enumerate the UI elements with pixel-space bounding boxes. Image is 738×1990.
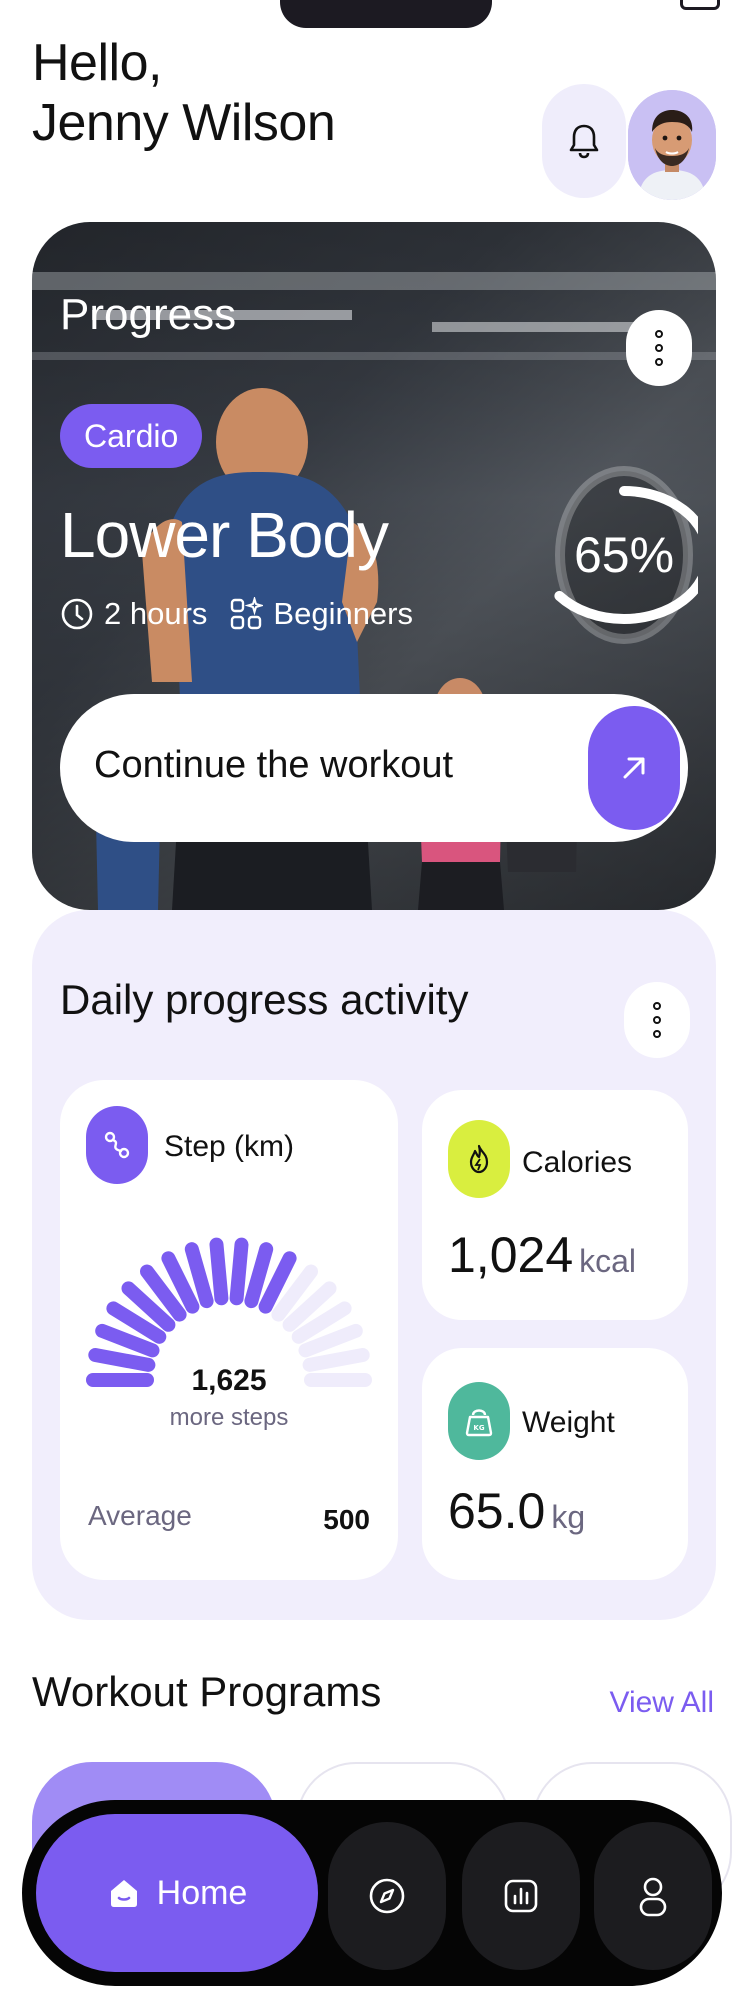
programs-title: Workout Programs	[32, 1668, 382, 1715]
progress-card: Progress Cardio Lower Body 2 hours Begin…	[32, 222, 716, 910]
dot	[655, 358, 663, 366]
average-value: 500	[323, 1504, 370, 1535]
steps-value: 1,625	[191, 1364, 267, 1397]
bell-icon	[569, 124, 599, 159]
level-text: Beginners	[273, 596, 413, 631]
calories-reading: 1,024 kcal	[448, 1226, 636, 1284]
greeting-hello: Hello,	[32, 34, 162, 92]
weight-reading: 65.0 kg	[448, 1482, 585, 1540]
progress-more-button[interactable]	[626, 310, 692, 386]
bottom-navigation: Home	[22, 1800, 722, 1986]
duration-info: 2 hours	[60, 596, 207, 632]
dot	[655, 330, 663, 338]
view-all-link[interactable]: View All	[609, 1686, 714, 1720]
device-notch	[280, 0, 492, 28]
weight-card[interactable]: KG Weight 65.0 kg	[422, 1348, 688, 1580]
continue-arrow-button[interactable]	[588, 706, 680, 830]
compass-icon	[369, 1878, 405, 1914]
notification-button[interactable]	[542, 84, 626, 198]
calories-unit: kcal	[579, 1243, 637, 1279]
bar-chart-icon	[504, 1879, 538, 1913]
gauge-bar	[209, 1237, 229, 1306]
weight-badge-text: KG	[473, 1424, 484, 1432]
nav-home[interactable]: Home	[36, 1814, 318, 1972]
progress-title: Progress	[60, 290, 237, 339]
level-info: Beginners	[229, 596, 413, 632]
continue-label: Continue the workout	[94, 744, 454, 786]
user-name: Jenny Wilson	[32, 93, 336, 152]
calories-label: Calories	[522, 1146, 633, 1179]
gauge-bar	[244, 1242, 274, 1309]
steps-icon-badge	[86, 1106, 148, 1184]
battery-icon	[680, 0, 720, 10]
avatar-illustration	[628, 90, 716, 200]
kettlebell-icon: KG	[465, 1409, 493, 1437]
calories-value: 1,024	[448, 1227, 574, 1283]
daily-more-button[interactable]	[624, 982, 690, 1058]
route-icon	[104, 1131, 130, 1159]
flame-icon	[469, 1144, 489, 1174]
nav-explore[interactable]	[328, 1822, 446, 1970]
user-avatar[interactable]	[628, 90, 716, 200]
greeting: Hello, Jenny Wilson	[32, 34, 336, 154]
steps-card[interactable]: Step (km) 1,625 more steps Average 500	[60, 1080, 398, 1580]
calories-icon-badge	[448, 1120, 510, 1198]
progress-percent: 65%	[573, 527, 675, 583]
workout-meta: 2 hours Beginners	[60, 596, 413, 632]
steps-subtext: more steps	[169, 1404, 289, 1431]
dot	[653, 1016, 661, 1024]
dot	[653, 1030, 661, 1038]
weight-label: Weight	[522, 1406, 615, 1439]
continue-workout-button[interactable]: Continue the workout	[60, 694, 688, 842]
dot	[655, 344, 663, 352]
dot	[653, 1002, 661, 1010]
clock-icon	[61, 598, 93, 630]
steps-label: Step (km)	[164, 1130, 295, 1163]
daily-title: Daily progress activity	[60, 976, 469, 1023]
weight-unit: kg	[551, 1499, 586, 1535]
weight-value: 65.0	[448, 1483, 546, 1539]
apps-icon	[231, 597, 264, 630]
calories-card[interactable]: Calories 1,024 kcal	[422, 1090, 688, 1320]
weight-icon-badge: KG	[448, 1382, 510, 1460]
gauge-bar	[229, 1237, 249, 1306]
workout-title: Lower Body	[60, 499, 389, 571]
nav-home-label: Home	[156, 1873, 248, 1912]
daily-progress-section: Daily progress activity Step (km) 1,625 …	[32, 910, 716, 1620]
category-tag[interactable]: Cardio	[60, 404, 203, 468]
average-label: Average	[88, 1500, 192, 1531]
nav-stats[interactable]	[462, 1822, 580, 1970]
duration-text: 2 hours	[104, 596, 208, 631]
gauge-bar	[184, 1242, 214, 1309]
nav-profile[interactable]	[594, 1822, 712, 1970]
home-icon	[110, 1880, 137, 1907]
user-icon	[639, 1877, 667, 1917]
arrow-up-right-icon	[623, 757, 645, 779]
